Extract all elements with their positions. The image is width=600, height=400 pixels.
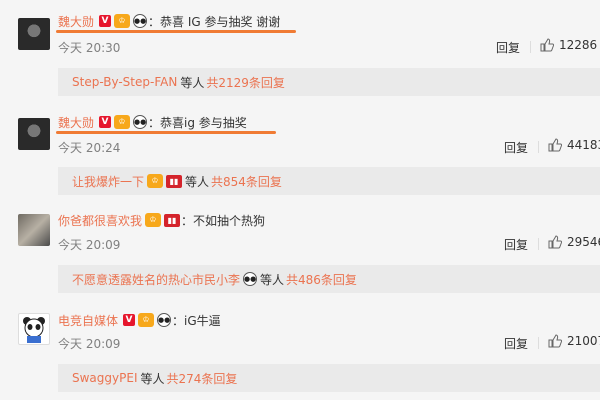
like-button[interactable]: 12286 [540, 38, 597, 52]
like-button[interactable]: 44183 [548, 138, 600, 152]
panda-emoji-icon: ●● [133, 14, 148, 28]
username[interactable]: 你爸都很喜欢我 [58, 212, 142, 229]
comment-text: ：恭喜ig 参与抽奖 [148, 115, 247, 130]
comment-time: 今天 20:09 [58, 238, 121, 252]
reply-button[interactable]: 回复 [504, 139, 528, 156]
sub-reply-summary[interactable]: 让我爆炸一下 ♔ ▮▮ 等人 共854条回复 [58, 167, 600, 195]
reply-button[interactable]: 回复 [496, 39, 520, 56]
panda-emoji-icon: ●● [157, 313, 172, 327]
comment-time: 今天 20:24 [58, 141, 121, 155]
divider [538, 238, 539, 250]
comment-text: ：iG牛逼 [172, 313, 221, 328]
like-count: 21007 [567, 334, 600, 348]
sub-reply-count[interactable]: 共2129条回复 [206, 74, 285, 91]
red-badge-icon: ▮▮ [166, 174, 183, 188]
like-button[interactable]: 21007 [548, 334, 600, 348]
comment-text: ：不如抽个热狗 [181, 213, 266, 228]
comment-time: 今天 20:30 [58, 41, 121, 55]
username[interactable]: 魏大勋 [58, 13, 94, 30]
red-badge-icon: ▮▮ [164, 213, 181, 227]
reply-button[interactable]: 回复 [504, 236, 528, 253]
panda-avatar-icon [23, 317, 45, 343]
verified-badge-icon: V [123, 314, 136, 326]
sub-reply-label: 等人 [260, 272, 285, 287]
sub-reply-label: 等人 [180, 75, 205, 90]
like-count: 44183 [567, 138, 600, 152]
vip-badge-icon: ♔ [147, 174, 164, 188]
divider [538, 337, 539, 349]
vip-badge-icon: ♔ [114, 14, 131, 28]
vip-badge-icon: ♔ [114, 115, 131, 129]
like-count: 12286 [559, 38, 598, 52]
sub-reply-count[interactable]: 共854条回复 [211, 173, 282, 190]
vip-badge-icon: ♔ [138, 313, 155, 327]
sub-reply-label: 等人 [140, 371, 165, 386]
like-count: 29546 [567, 235, 600, 249]
thumbs-up-icon [548, 334, 562, 348]
highlight-underline [56, 131, 276, 134]
avatar[interactable] [18, 313, 50, 345]
sub-reply-count[interactable]: 共486条回复 [286, 271, 357, 288]
username[interactable]: 魏大勋 [58, 114, 94, 131]
sub-reply-user[interactable]: SwaggyPEI [72, 371, 137, 385]
reply-button[interactable]: 回复 [504, 335, 528, 352]
sub-reply-user[interactable]: Step-By-Step-FAN [72, 75, 177, 89]
sub-reply-summary[interactable]: Step-By-Step-FAN 等人 共2129条回复 [58, 68, 600, 96]
avatar[interactable] [18, 118, 50, 150]
sub-reply-user[interactable]: 让我爆炸一下 [72, 173, 144, 190]
comment-text: ：恭喜 IG 参与抽奖 谢谢 [148, 14, 281, 29]
comment-time: 今天 20:09 [58, 337, 121, 351]
verified-badge-icon: V [99, 15, 112, 27]
avatar[interactable] [18, 18, 50, 50]
username[interactable]: 电竞自媒体 [58, 312, 118, 329]
avatar[interactable] [18, 214, 50, 246]
highlight-underline [56, 30, 296, 33]
sub-reply-summary[interactable]: 不愿意透露姓名的热心市民小李 ●● 等人 共486条回复 [58, 265, 600, 293]
divider [538, 141, 539, 153]
like-button[interactable]: 29546 [548, 235, 600, 249]
panda-emoji-icon: ●● [243, 272, 258, 286]
panda-emoji-icon: ●● [133, 115, 148, 129]
verified-badge-icon: V [99, 116, 112, 128]
thumbs-up-icon [540, 38, 554, 52]
thumbs-up-icon [548, 235, 562, 249]
divider [530, 41, 531, 53]
sub-reply-user[interactable]: 不愿意透露姓名的热心市民小李 [72, 271, 240, 288]
vip-badge-icon: ♔ [145, 213, 162, 227]
sub-reply-count[interactable]: 共274条回复 [167, 370, 238, 387]
sub-reply-summary[interactable]: SwaggyPEI 等人 共274条回复 [58, 364, 600, 392]
thumbs-up-icon [548, 138, 562, 152]
sub-reply-label: 等人 [185, 174, 210, 189]
